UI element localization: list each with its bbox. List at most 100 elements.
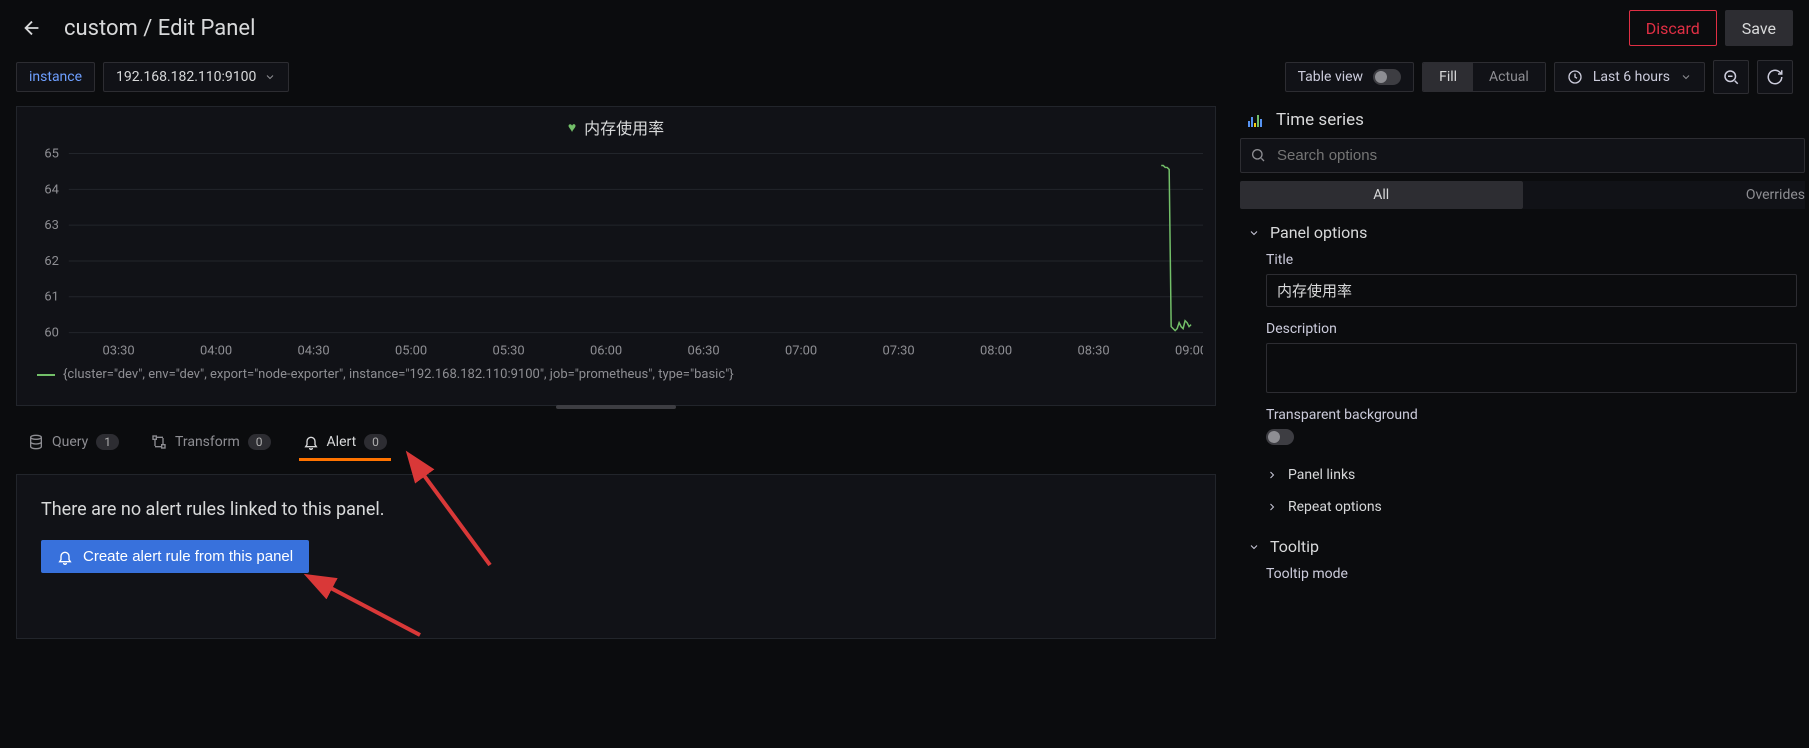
- editor-tabs: Query 1 Transform 0 Alert 0: [16, 426, 1216, 462]
- chevron-down-icon: [1248, 227, 1260, 239]
- variable-value-text: 192.168.182.110:9100: [116, 69, 256, 85]
- svg-text:06:00: 06:00: [590, 343, 622, 358]
- chevron-right-icon: [1266, 469, 1278, 481]
- description-input[interactable]: [1266, 343, 1797, 393]
- panel-title: 内存使用率: [584, 115, 664, 139]
- back-button[interactable]: [16, 12, 48, 44]
- legend-text: {cluster="dev", env="dev", export="node-…: [63, 367, 734, 382]
- fill-option[interactable]: Fill: [1423, 63, 1473, 91]
- svg-text:61: 61: [44, 290, 59, 305]
- tab-query-badge: 1: [96, 434, 119, 450]
- time-range-label: Last 6 hours: [1593, 69, 1670, 85]
- title-input[interactable]: [1266, 274, 1797, 307]
- tab-transform[interactable]: Transform 0: [147, 426, 275, 461]
- alert-tab-body: There are no alert rules linked to this …: [16, 474, 1216, 639]
- section-tooltip[interactable]: Tooltip: [1236, 523, 1809, 566]
- options-tab-overrides[interactable]: Overrides: [1523, 181, 1806, 209]
- options-tabs: All Overrides: [1240, 181, 1805, 209]
- time-range-picker[interactable]: Last 6 hours: [1554, 62, 1705, 92]
- refresh-button[interactable]: [1757, 60, 1793, 94]
- section-repeat-options[interactable]: Repeat options: [1236, 491, 1809, 523]
- discard-button[interactable]: Discard: [1629, 10, 1717, 46]
- viz-picker[interactable]: Time series: [1236, 106, 1809, 138]
- variable-label[interactable]: instance: [16, 62, 95, 92]
- field-transparent: Transparent background: [1236, 407, 1809, 459]
- create-alert-label: Create alert rule from this panel: [83, 548, 293, 565]
- section-label: Panel options: [1270, 223, 1367, 242]
- fill-actual-group: Fill Actual: [1422, 62, 1546, 92]
- section-panel-links[interactable]: Panel links: [1236, 459, 1809, 491]
- toolbar-right: Table view Fill Actual Last 6 hours: [1285, 60, 1793, 94]
- tab-query-label: Query: [52, 434, 88, 450]
- options-tab-all[interactable]: All: [1240, 181, 1523, 209]
- variable-value-picker[interactable]: 192.168.182.110:9100: [103, 62, 289, 92]
- chevron-down-icon: [264, 71, 276, 83]
- save-button[interactable]: Save: [1725, 10, 1793, 46]
- svg-text:60: 60: [44, 326, 59, 341]
- zoom-out-button[interactable]: [1713, 60, 1749, 94]
- tab-alert[interactable]: Alert 0: [299, 426, 391, 461]
- svg-text:05:00: 05:00: [395, 343, 427, 358]
- legend-row[interactable]: {cluster="dev", env="dev", export="node-…: [29, 367, 1203, 382]
- svg-text:05:30: 05:30: [492, 343, 524, 358]
- tooltip-mode-label: Tooltip mode: [1266, 566, 1797, 582]
- svg-text:04:00: 04:00: [200, 343, 232, 358]
- transparent-label: Transparent background: [1266, 407, 1797, 423]
- transform-icon: [151, 434, 167, 450]
- repeat-options-label: Repeat options: [1288, 499, 1382, 515]
- chart-area[interactable]: 65 64 63 62 61 60 03:30 04:00 04:30 05:0…: [29, 143, 1203, 363]
- search-options-input[interactable]: [1240, 138, 1805, 173]
- table-view-label: Table view: [1298, 69, 1364, 85]
- svg-text:08:30: 08:30: [1077, 343, 1109, 358]
- header-right: Discard Save: [1629, 10, 1793, 46]
- svg-text:07:30: 07:30: [882, 343, 914, 358]
- transparent-toggle[interactable]: [1266, 429, 1294, 445]
- description-label: Description: [1266, 321, 1797, 337]
- svg-text:04:30: 04:30: [297, 343, 329, 358]
- right-pane: Time series All Overrides Panel options …: [1232, 106, 1809, 639]
- search-options-wrap: [1240, 138, 1805, 173]
- zoom-out-icon: [1722, 68, 1740, 86]
- table-view-toggle[interactable]: Table view: [1285, 62, 1415, 92]
- svg-text:64: 64: [44, 182, 59, 197]
- tab-alert-label: Alert: [327, 434, 357, 450]
- actual-option[interactable]: Actual: [1473, 63, 1545, 91]
- arrow-left-icon: [21, 17, 43, 39]
- svg-text:06:30: 06:30: [687, 343, 719, 358]
- toolbar-left: instance 192.168.182.110:9100: [16, 62, 1277, 92]
- toolbar: instance 192.168.182.110:9100 Table view…: [0, 56, 1809, 106]
- tab-query[interactable]: Query 1: [24, 426, 123, 461]
- left-pane: ♥ 内存使用率 65 64 63 62: [0, 106, 1232, 639]
- bell-icon: [303, 434, 319, 450]
- legend-color-swatch: [37, 374, 55, 376]
- scrollbar[interactable]: [556, 405, 676, 409]
- section-panel-options[interactable]: Panel options: [1236, 209, 1809, 252]
- no-alert-message: There are no alert rules linked to this …: [41, 499, 1191, 520]
- main-area: ♥ 内存使用率 65 64 63 62: [0, 106, 1809, 639]
- svg-text:03:30: 03:30: [102, 343, 134, 358]
- refresh-icon: [1766, 68, 1784, 86]
- tab-transform-label: Transform: [175, 434, 240, 450]
- clock-icon: [1567, 69, 1583, 85]
- svg-text:09:00: 09:00: [1175, 343, 1203, 358]
- tab-alert-badge: 0: [364, 434, 387, 450]
- toggle-icon: [1373, 69, 1401, 85]
- bell-icon: [57, 549, 73, 565]
- field-description: Description: [1236, 321, 1809, 407]
- heart-icon: ♥: [568, 119, 576, 136]
- chevron-down-icon: [1680, 71, 1692, 83]
- tab-transform-badge: 0: [248, 434, 271, 450]
- create-alert-button[interactable]: Create alert rule from this panel: [41, 540, 309, 573]
- svg-text:63: 63: [44, 218, 59, 233]
- svg-text:65: 65: [44, 146, 59, 161]
- tooltip-label: Tooltip: [1270, 537, 1319, 556]
- panel-links-label: Panel links: [1288, 467, 1355, 483]
- svg-text:62: 62: [44, 254, 59, 269]
- field-tooltip-mode: Tooltip mode: [1236, 566, 1809, 602]
- field-title: Title: [1236, 252, 1809, 321]
- panel-title-row: ♥ 内存使用率: [29, 115, 1203, 139]
- page-header: custom / Edit Panel Discard Save: [0, 0, 1809, 56]
- svg-text:07:00: 07:00: [785, 343, 817, 358]
- chart-panel: ♥ 内存使用率 65 64 63 62: [16, 106, 1216, 406]
- title-label: Title: [1266, 252, 1797, 268]
